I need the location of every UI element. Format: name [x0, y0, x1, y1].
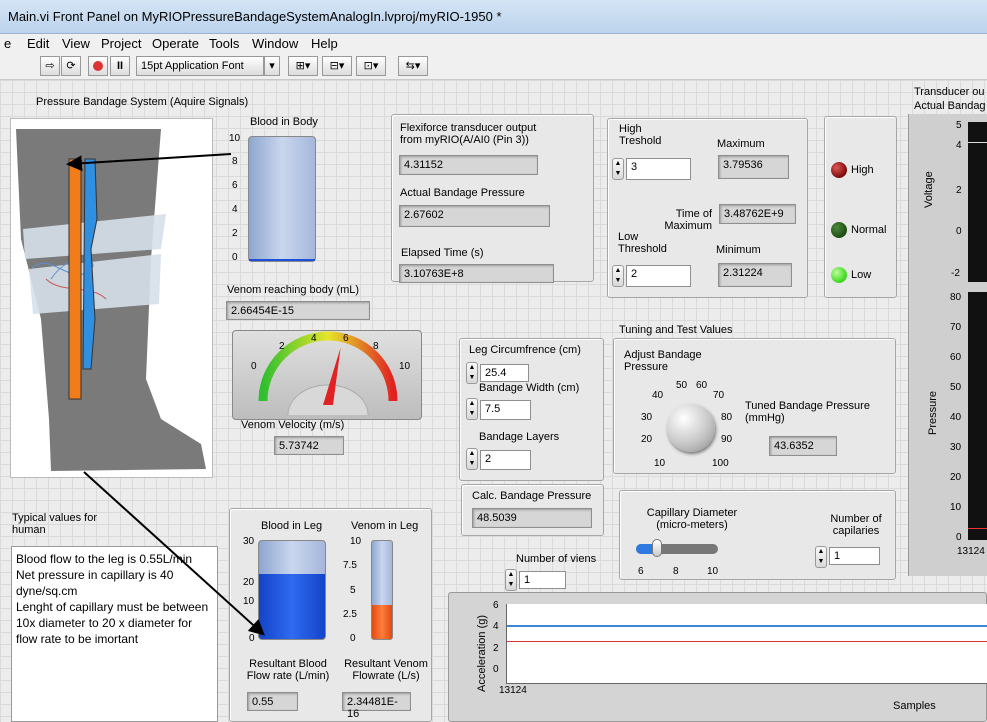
- menu-window[interactable]: Window: [252, 36, 298, 51]
- pause-icon[interactable]: II: [110, 56, 130, 76]
- arrow-to-blood-tank: [83, 471, 265, 636]
- menu-file[interactable]: e: [4, 36, 11, 51]
- arrow-to-vein: [66, 153, 232, 172]
- run-continuously-icon[interactable]: ⟳: [61, 56, 81, 76]
- window-title: Main.vi Front Panel on MyRIOPressureBand…: [8, 9, 502, 24]
- toolbar: ⇨ ⟳ II 15pt Application Font ▾ ⊞▾ ⊟▾ ⊡▾ …: [0, 54, 987, 80]
- align-objects-icon[interactable]: ⊞▾: [288, 56, 318, 76]
- reorder-icon[interactable]: ⇆▾: [398, 56, 428, 76]
- menu-help[interactable]: Help: [311, 36, 338, 51]
- menu-operate[interactable]: Operate: [152, 36, 199, 51]
- menu-tools[interactable]: Tools: [209, 36, 239, 51]
- annotation-arrows: [66, 153, 265, 636]
- menu-bar: e Edit View Project Operate Tools Window…: [0, 34, 987, 54]
- menu-edit[interactable]: Edit: [27, 36, 49, 51]
- font-select[interactable]: 15pt Application Font: [136, 56, 264, 76]
- font-select-value: 15pt Application Font: [141, 60, 244, 72]
- abort-icon[interactable]: [88, 56, 108, 76]
- window-title-bar: Main.vi Front Panel on MyRIOPressureBand…: [0, 0, 987, 34]
- resize-objects-icon[interactable]: ⊡▾: [356, 56, 386, 76]
- distribute-objects-icon[interactable]: ⊟▾: [322, 56, 352, 76]
- font-dropdown-icon[interactable]: ▾: [264, 56, 280, 76]
- menu-project[interactable]: Project: [101, 36, 141, 51]
- front-panel: Pressure Bandage System (Aquire Signals)…: [0, 80, 987, 722]
- run-arrow-icon[interactable]: ⇨: [40, 56, 60, 76]
- menu-view[interactable]: View: [62, 36, 90, 51]
